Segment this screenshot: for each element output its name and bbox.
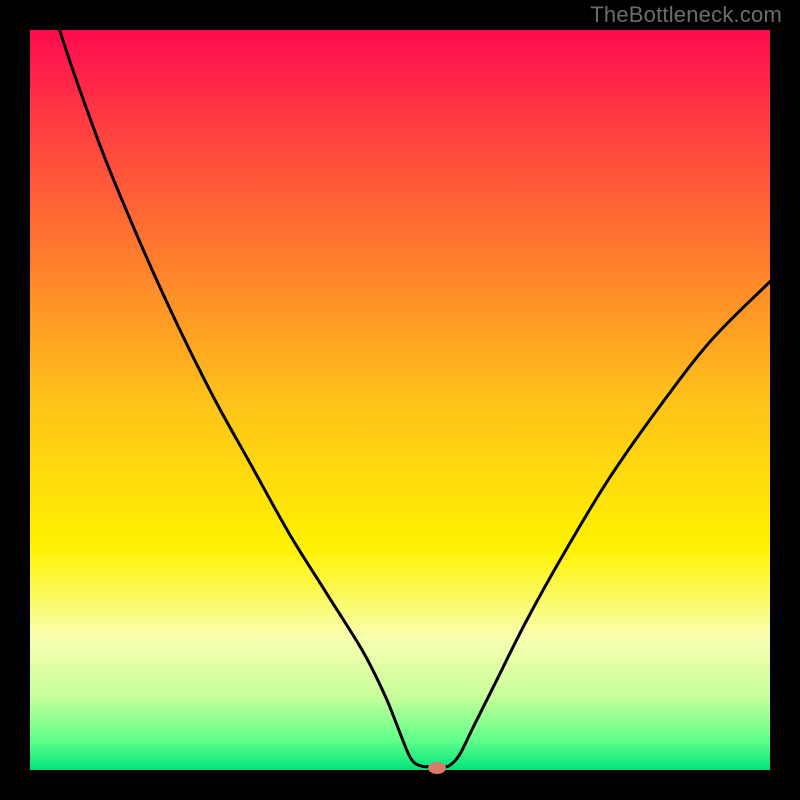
bottleneck-chart xyxy=(0,0,800,800)
optimal-point-marker xyxy=(428,762,446,774)
watermark-label: TheBottleneck.com xyxy=(590,2,782,28)
chart-frame: TheBottleneck.com xyxy=(0,0,800,800)
plot-background xyxy=(30,30,770,770)
